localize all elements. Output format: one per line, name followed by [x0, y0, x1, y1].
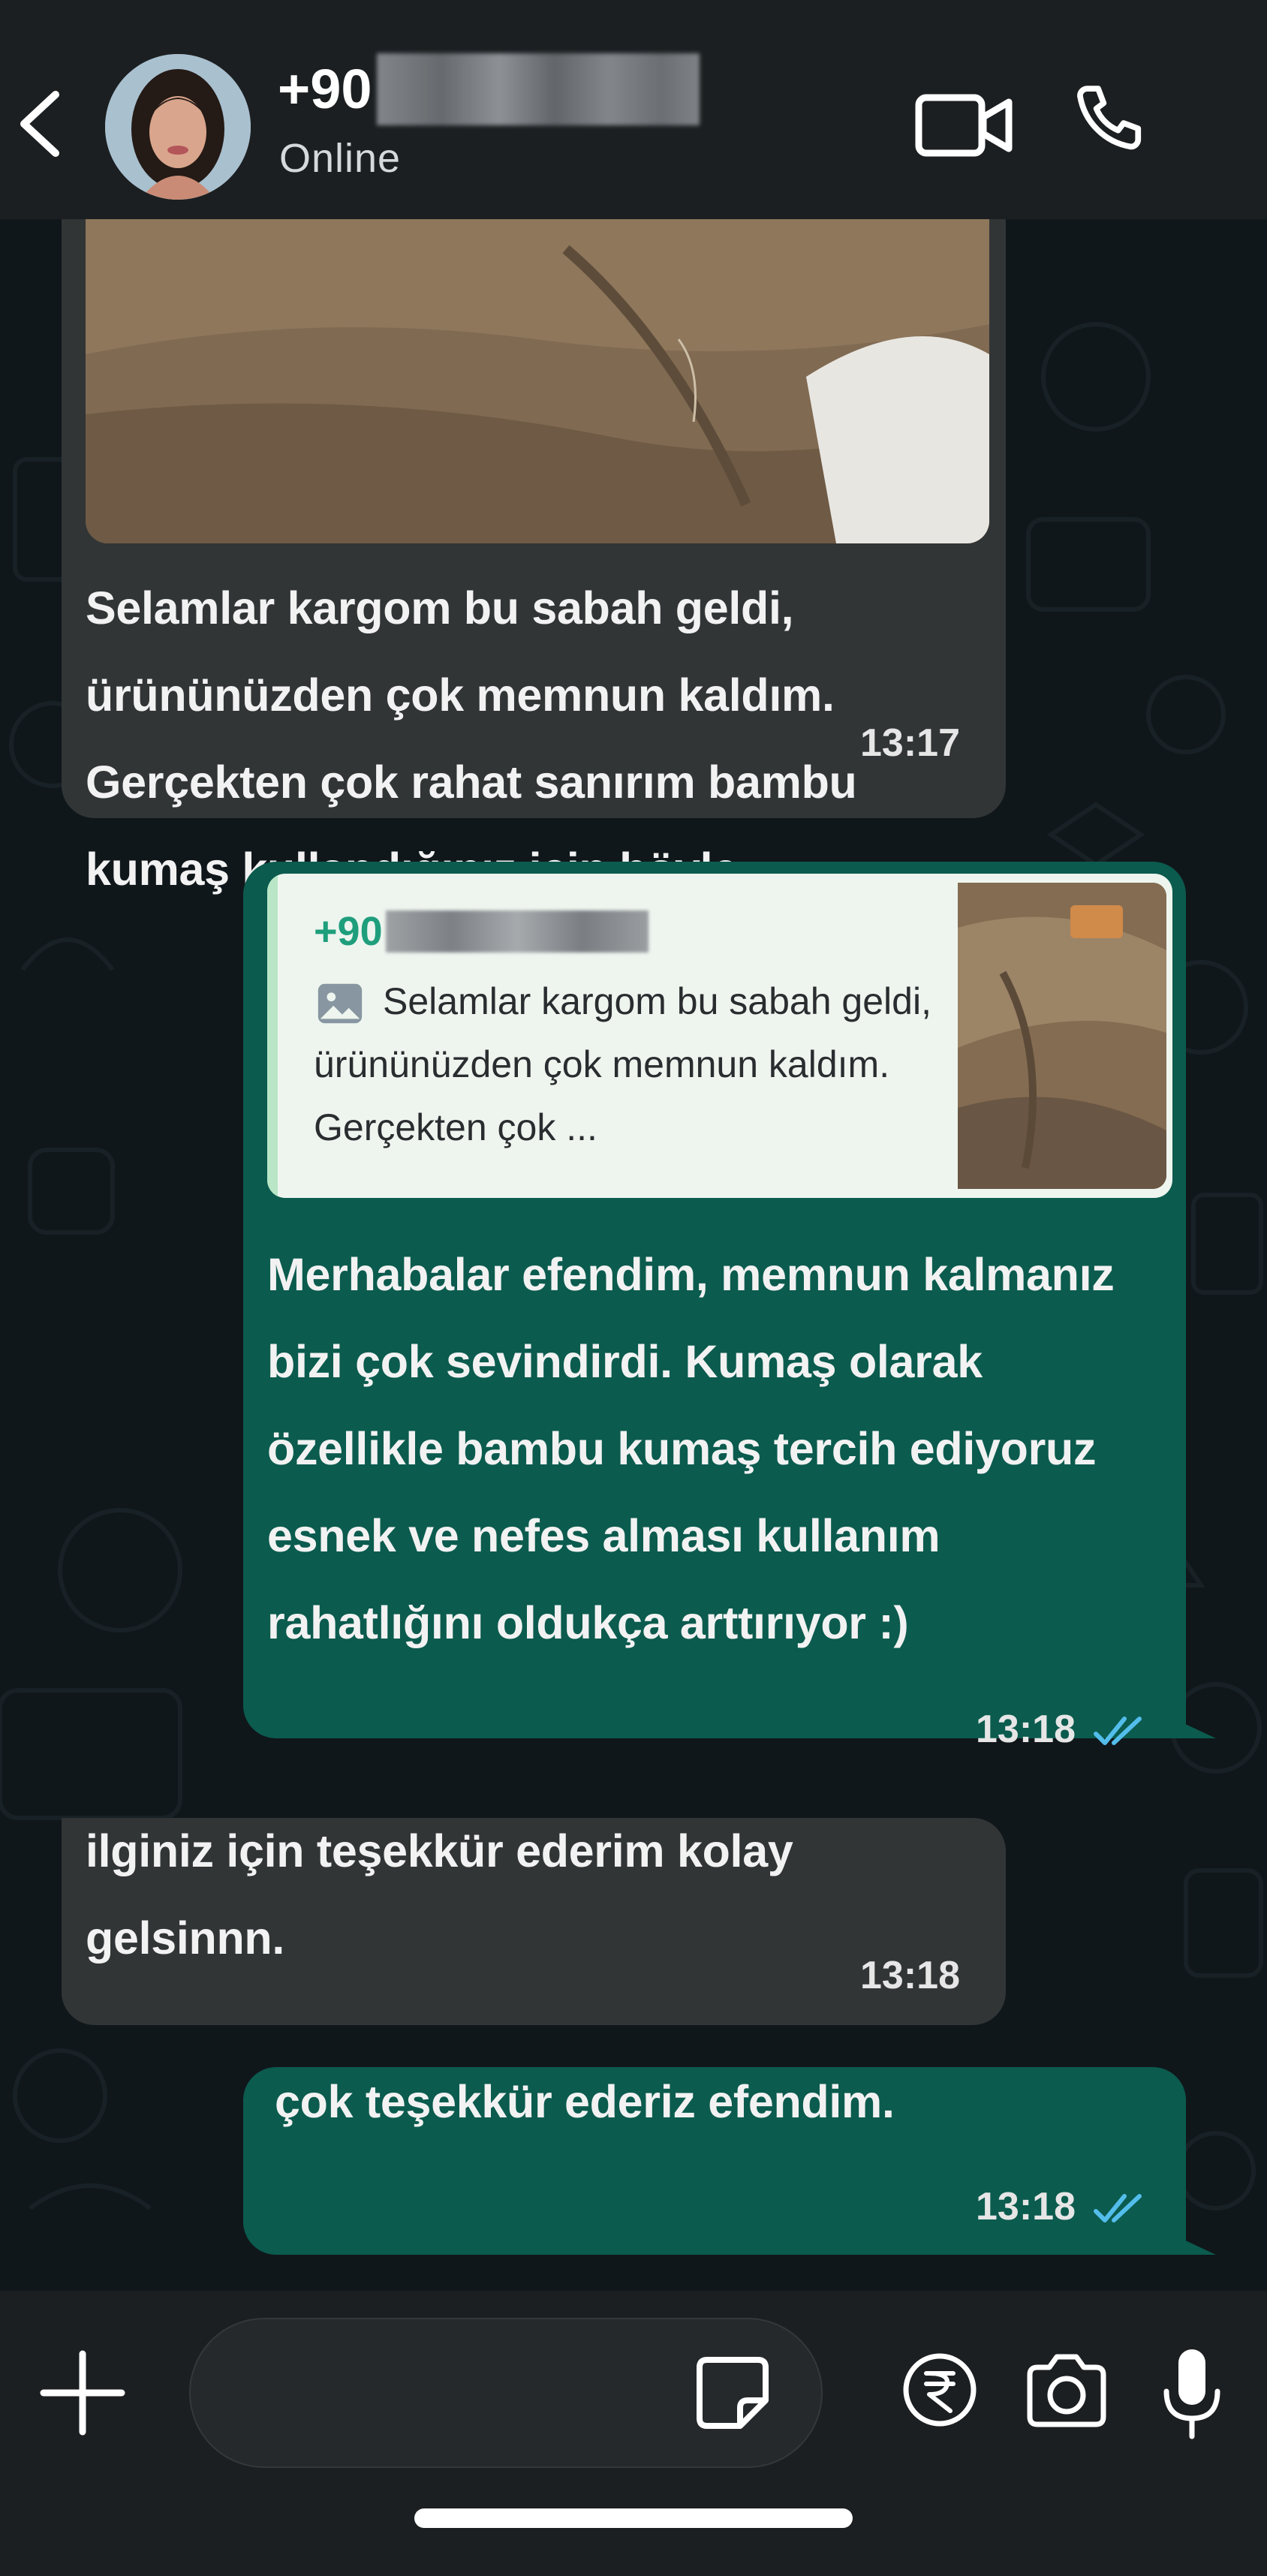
message-time: 13:18: [976, 1708, 1076, 1751]
quoted-message[interactable]: +90 Selamlar kargom bu sabah geldi, ürün…: [267, 874, 1172, 1198]
message-text: Selamlar kargom bu sabah geldi, ürününüz…: [86, 582, 857, 895]
thumbnail-content: [958, 883, 1166, 1189]
microphone-icon: [1163, 2349, 1220, 2439]
message-bubble-incoming[interactable]: ilginiz için teşekkür ederim kolay gelsi…: [62, 1818, 1006, 2025]
sticker-button[interactable]: [691, 2351, 775, 2435]
chat-header: +90 Online: [0, 0, 1267, 219]
message-time: 13:18: [860, 1954, 960, 1997]
message-text: ilginiz için teşekkür ederim kolay gelsi…: [86, 1825, 793, 1964]
quoted-text: Selamlar kargom bu sabah geldi, ürününüz…: [314, 980, 931, 1148]
message-text: çok teşekkür ederiz efendim.: [275, 2076, 895, 2127]
plus-icon: [40, 2350, 125, 2436]
voice-call-button[interactable]: [1066, 80, 1156, 167]
avatar-photo: [105, 54, 251, 200]
message-time: 13:18: [976, 2185, 1076, 2228]
redacted-number: [376, 53, 700, 126]
back-button[interactable]: [14, 89, 66, 159]
contact-name[interactable]: +90: [278, 53, 700, 126]
contact-status: Online: [279, 136, 402, 181]
bubble-tail: [1171, 1717, 1216, 1738]
bubble-tail: [1171, 2234, 1216, 2255]
sticker-icon: [697, 2357, 769, 2429]
message-text: Merhabalar efendim, memnun kalmanız bizi…: [267, 1249, 1115, 1648]
message-composer: [0, 2291, 1267, 2576]
rupee-payment-icon: [903, 2353, 977, 2427]
phone-icon: [1077, 86, 1142, 150]
payment-button[interactable]: [901, 2351, 979, 2429]
chevron-left-icon: [20, 91, 59, 157]
camera-icon: [1027, 2354, 1106, 2427]
message-list[interactable]: Selamlar kargom bu sabah geldi, ürününüz…: [0, 219, 1267, 2291]
camera-button[interactable]: [1022, 2352, 1111, 2429]
photo-content: [86, 219, 989, 543]
quoted-photo-thumbnail: [958, 883, 1166, 1189]
video-call-button[interactable]: [914, 90, 1015, 161]
contact-avatar[interactable]: [105, 54, 251, 200]
quoted-author: +90: [314, 908, 649, 955]
message-bubble-incoming[interactable]: Selamlar kargom bu sabah geldi, ürününüz…: [62, 219, 1006, 895]
redacted-number: [385, 910, 649, 952]
quoted-author-prefix: +90: [314, 909, 383, 954]
quote-accent-bar: [267, 874, 278, 1198]
product-photo[interactable]: [86, 219, 989, 543]
read-receipt-icon: [1094, 1717, 1142, 1745]
home-indicator[interactable]: [414, 2508, 853, 2528]
contact-number-prefix: +90: [278, 58, 372, 120]
read-receipt-icon: [1094, 2194, 1142, 2222]
video-camera-icon: [915, 94, 1013, 157]
voice-message-button[interactable]: [1160, 2346, 1223, 2439]
message-bubble-outgoing[interactable]: çok teşekkür ederiz efendim. 13:18: [243, 2067, 1186, 2255]
whatsapp-chat-screen: +90 Online Selamlar kargom bu sabah geld…: [0, 0, 1267, 2576]
message-time: 13:17: [860, 721, 960, 765]
attach-button[interactable]: [39, 2349, 126, 2436]
